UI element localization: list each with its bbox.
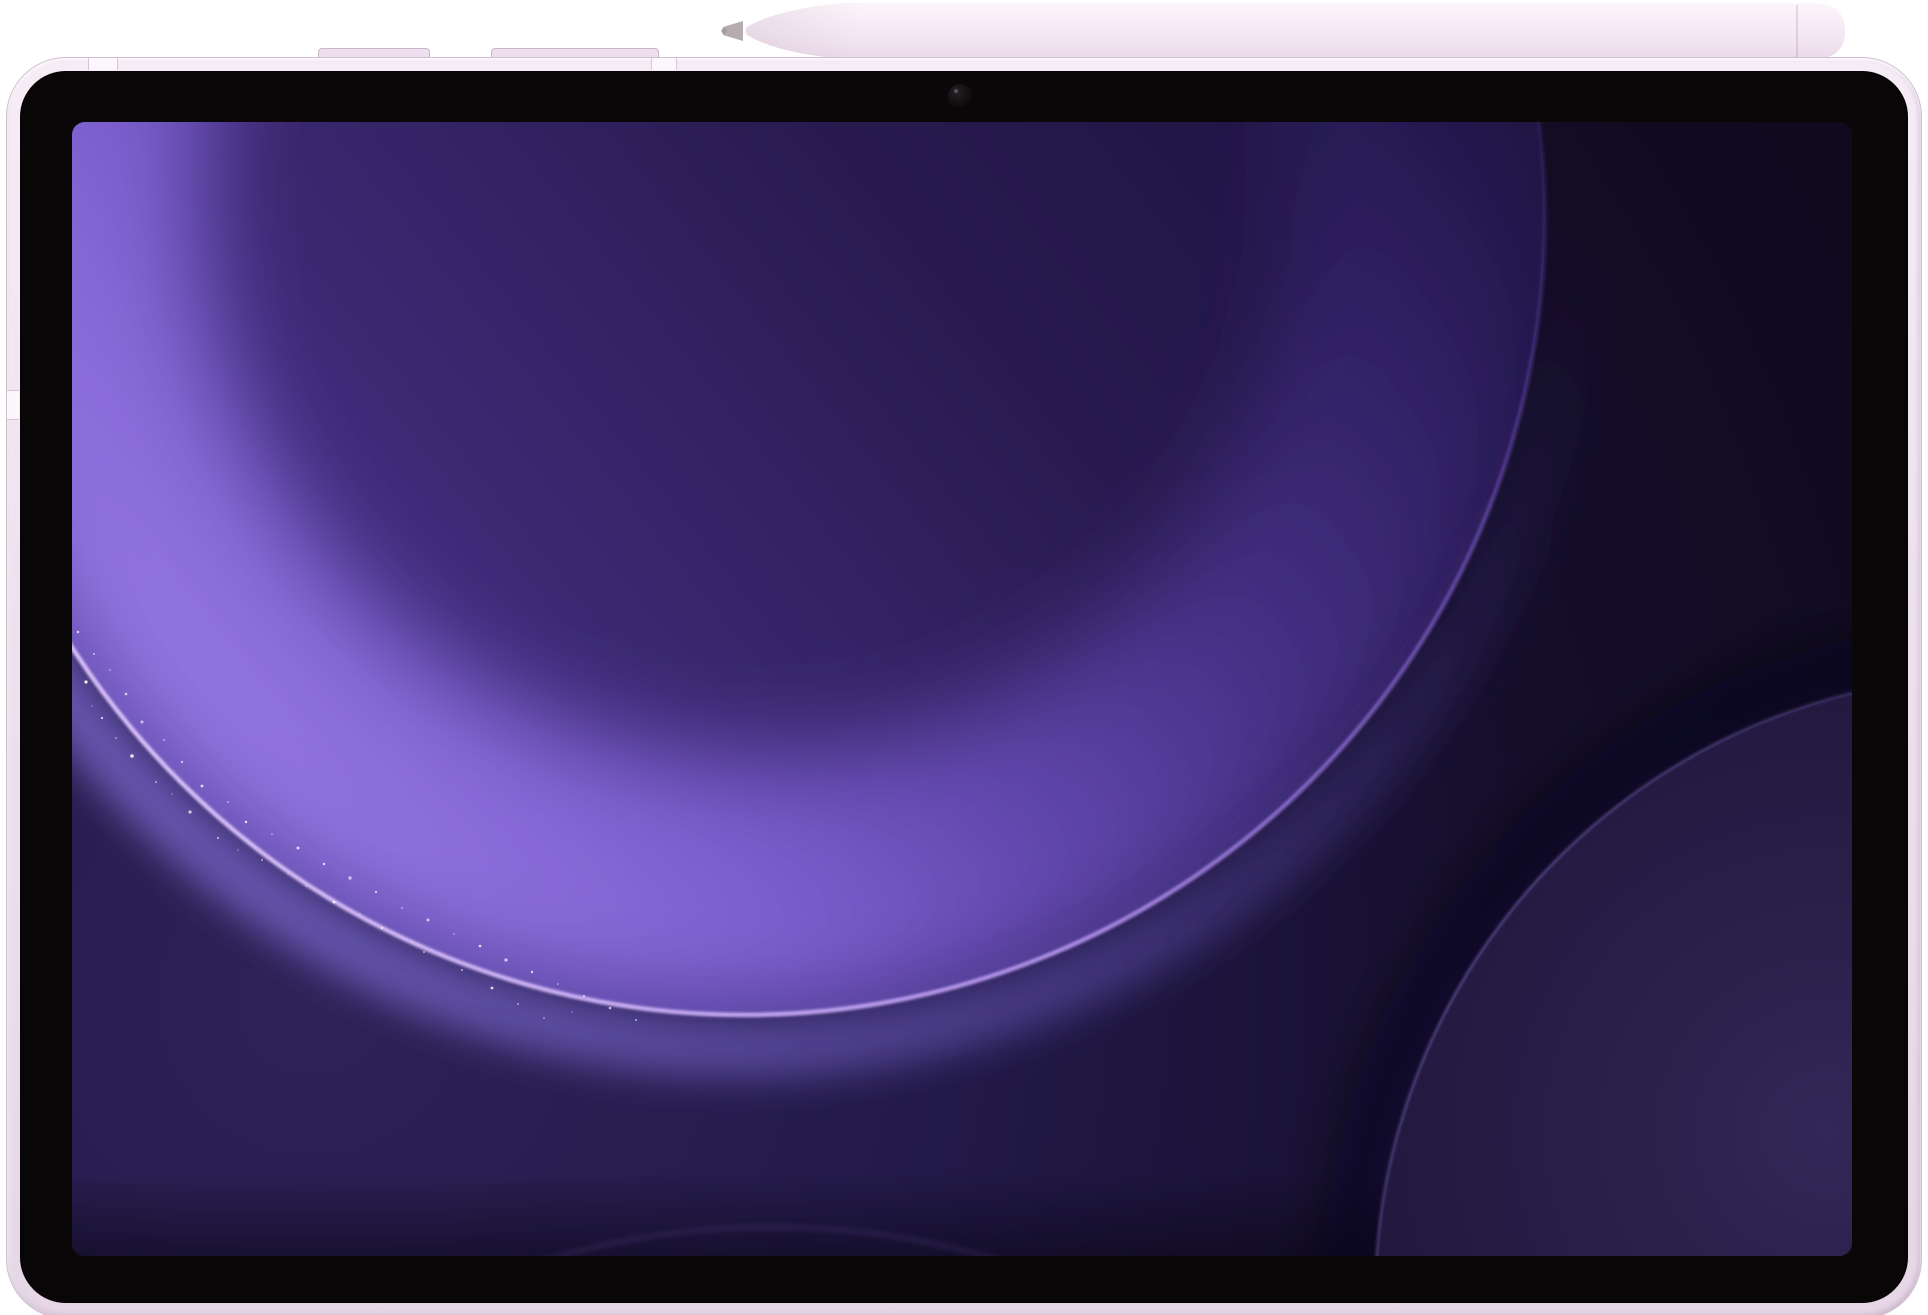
sparkle-dot (245, 821, 247, 823)
front-camera-icon (948, 84, 972, 108)
sparkle-dot (479, 945, 482, 948)
sparkle-dot (375, 891, 377, 893)
sparkle-dot (130, 754, 134, 758)
sparkle-dot (557, 983, 559, 985)
sparkle-dot (115, 737, 117, 739)
sparkle-dot (491, 987, 494, 990)
sparkle-dot (401, 907, 403, 909)
sparkle-dot (109, 669, 111, 671)
sparkle-dot (411, 941, 413, 943)
sparkle-dot (333, 901, 336, 904)
s-pen-tip-point (721, 28, 726, 33)
sparkle-dot (323, 863, 325, 865)
s-pen-cap-seam (1796, 5, 1798, 58)
sparkle-dot (77, 631, 79, 633)
sparkle-dot (297, 847, 300, 850)
display-screen (72, 122, 1852, 1256)
product-photo (0, 0, 1928, 1315)
sparkle-dot (181, 761, 183, 763)
antenna-line-left (7, 390, 19, 420)
sparkle-dot (427, 919, 430, 922)
sparkle-dot (381, 927, 383, 929)
s-pen-cone-shading (746, 3, 866, 59)
sparkle-dot (348, 876, 351, 879)
sparkle-dot (305, 885, 307, 887)
sparkle-dot (261, 859, 263, 861)
sparkle-dot (217, 837, 219, 839)
s-pen-stylus (715, 0, 1860, 64)
sparkle-dot (635, 1019, 637, 1021)
sparkle-dot (461, 969, 463, 971)
sparkle-dot (531, 971, 533, 973)
sparkle-dot (125, 693, 128, 696)
sparkle-dot (141, 721, 144, 724)
sparkle-dot (517, 1003, 519, 1005)
sparkle-dot (201, 785, 204, 788)
sparkle-dot (93, 653, 95, 655)
sparkle-dot (271, 833, 273, 835)
sparkle-dot (188, 810, 191, 813)
sparkle-dot (163, 739, 165, 741)
sparkle-dot (359, 913, 361, 915)
antenna-line-top-left (88, 58, 118, 70)
sparkle-dot (237, 849, 239, 851)
sparkle-dot (91, 705, 93, 707)
sparkle-dot (171, 793, 173, 795)
sparkle-dot (227, 801, 229, 803)
sparkle-dot (84, 680, 87, 683)
sparkle-dot (571, 1011, 573, 1013)
sparkle-dot (453, 933, 455, 935)
sparkle-dot (101, 717, 103, 719)
antenna-line-top-mid (651, 58, 677, 70)
sparkle-dot (609, 1007, 612, 1010)
sparkle-dot (423, 951, 425, 953)
wallpaper-art (72, 122, 1852, 1256)
sparkle-dot (543, 1017, 545, 1019)
s-pen-body (746, 3, 1846, 59)
sparkle-dot (504, 958, 507, 961)
sparkle-dot (583, 995, 585, 997)
sparkle-dot (155, 781, 157, 783)
sparkle-dot (287, 873, 289, 875)
